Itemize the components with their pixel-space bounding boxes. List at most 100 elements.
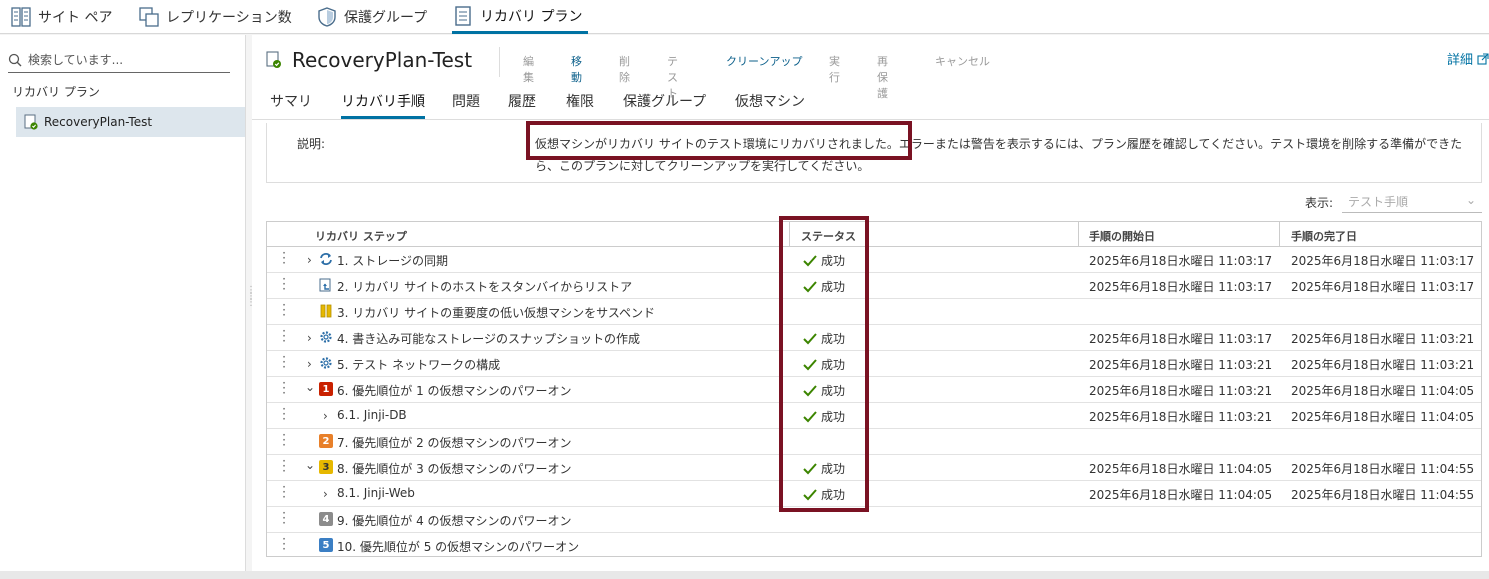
check-icon	[803, 254, 817, 266]
check-icon	[803, 384, 817, 396]
shield-icon	[318, 7, 336, 27]
cleanup-button[interactable]: クリーンアップ	[726, 53, 802, 69]
table-row[interactable]: · · · 2. リカバリ サイトのホストをスタンバイからリストア 成功 2025年…	[267, 273, 1481, 299]
edit-button[interactable]: 編集	[523, 53, 534, 85]
delete-button[interactable]: 削除	[619, 53, 630, 85]
table-row[interactable]: · · · 3. リカバリ サイトの重要度の低い仮想マシンをサスペンド	[267, 299, 1481, 325]
tab-label: サイト ペア	[38, 10, 113, 26]
row-menu-icon[interactable]: · · ·	[281, 351, 287, 373]
column-header-status[interactable]: ステータス	[801, 228, 856, 244]
row-menu-icon[interactable]: · · ·	[281, 533, 287, 555]
details-label: 詳細	[1446, 53, 1473, 68]
start-date: 2025年6月18日水曜日 11:04:05	[1089, 488, 1273, 502]
table-row[interactable]: · · · 4 9. 優先順位が 4 の仮想マシンのパワーオン	[267, 507, 1481, 533]
tab-protection-groups[interactable]: 保護グループ	[623, 91, 706, 119]
column-header-step[interactable]: リカバリ ステップ	[315, 228, 407, 244]
check-icon	[803, 488, 817, 500]
details-link[interactable]: 詳細	[1447, 49, 1489, 68]
host-restore-icon	[319, 278, 331, 292]
row-menu-icon[interactable]: · · ·	[281, 273, 287, 295]
column-header-end[interactable]: 手順の完了日	[1291, 228, 1357, 244]
row-menu-icon[interactable]: · · ·	[281, 377, 287, 399]
start-date: 2025年6月18日水曜日 11:03:21	[1089, 410, 1273, 424]
status-text: 成功	[821, 410, 846, 424]
row-menu-icon[interactable]: · · ·	[281, 429, 287, 451]
tab-site-pair[interactable]: サイト ペア	[10, 0, 112, 34]
chevron-right-icon[interactable]: ›	[307, 357, 312, 371]
row-menu-icon[interactable]: · · ·	[281, 403, 287, 425]
step-name: 3. リカバリ サイトの重要度の低い仮想マシンをサスペンド	[337, 306, 656, 320]
status-cell: 成功	[803, 330, 845, 347]
row-menu-icon[interactable]: · · ·	[281, 455, 287, 477]
step-name: 1. ストレージの同期	[337, 254, 449, 268]
chevron-right-icon[interactable]: ›	[323, 409, 328, 423]
priority-2-icon: 2	[319, 434, 333, 448]
view-select[interactable]: テスト手順 ⌄	[1342, 189, 1482, 213]
tab-label: レプリケーション数	[166, 10, 292, 26]
tab-replications[interactable]: レプリケーション数	[138, 0, 292, 34]
table-row[interactable]: · · · ⌄ 1 6. 優先順位が 1 の仮想マシンのパワーオン 成功 2025年…	[267, 377, 1481, 403]
step-name: 6.1. Jinji-DB	[337, 408, 407, 422]
sidebar-item-recoveryplan-test[interactable]: RecoveryPlan-Test	[16, 107, 245, 137]
external-link-icon	[1477, 52, 1489, 65]
step-name: 8. 優先順位が 3 の仮想マシンのパワーオン	[337, 462, 572, 476]
start-date: 2025年6月18日水曜日 11:03:21	[1089, 384, 1273, 398]
recovery-steps-grid: リカバリ ステップ ステータス 手順の開始日 手順の完了日 · · · › 1. ス…	[266, 221, 1482, 557]
chevron-right-icon[interactable]: ›	[307, 331, 312, 345]
chevron-down-icon: ⌄	[1465, 193, 1476, 207]
top-nav: サイト ペア レプリケーション数 保護グループ リカバリ プラン	[0, 0, 1489, 34]
table-row[interactable]: · · · › 5. テスト ネットワークの構成 成功 2025年6月18日水曜日 …	[267, 351, 1481, 377]
chevron-right-icon[interactable]: ›	[323, 487, 328, 501]
column-header-start[interactable]: 手順の開始日	[1089, 228, 1155, 244]
table-row[interactable]: · · · 5 10. 優先順位が 5 の仮想マシンのパワーオン	[267, 533, 1481, 559]
chevron-down-icon[interactable]: ⌄	[305, 380, 315, 394]
title-row: RecoveryPlan-Test	[266, 45, 472, 75]
table-row[interactable]: · · · › 4. 書き込み可能なストレージのスナップショットの作成 成功 202…	[267, 325, 1481, 351]
row-menu-icon[interactable]: · · ·	[281, 247, 287, 269]
tab-history[interactable]: 履歴	[508, 91, 536, 119]
plan-ok-icon	[24, 114, 38, 130]
status-text: 成功	[821, 280, 846, 294]
tab-virtual-machines[interactable]: 仮想マシン	[735, 91, 805, 119]
status-text: 成功	[821, 358, 846, 372]
view-select-value: テスト手順	[1348, 195, 1409, 209]
priority-1-icon: 1	[319, 382, 333, 396]
reprotect-button[interactable]: 再保護	[877, 53, 888, 101]
tab-permissions[interactable]: 権限	[566, 91, 594, 119]
run-button[interactable]: 実行	[829, 53, 840, 85]
search-input[interactable]: 検索しています...	[8, 47, 230, 73]
check-icon	[803, 280, 817, 292]
row-menu-icon[interactable]: · · ·	[281, 481, 287, 503]
status-text: 成功	[821, 488, 846, 502]
sidebar-heading: リカバリ プラン	[12, 85, 100, 99]
table-row[interactable]: · · · › 8.1. Jinji-Web 成功 2025年6月18日水曜日 11…	[267, 481, 1481, 507]
end-date: 2025年6月18日水曜日 11:04:05	[1291, 410, 1475, 424]
step-name: 6. 優先順位が 1 の仮想マシンのパワーオン	[337, 384, 572, 398]
tab-issues[interactable]: 問題	[452, 91, 480, 119]
status-cell: 成功	[803, 278, 845, 295]
tab-summary[interactable]: サマリ	[270, 91, 312, 119]
table-row[interactable]: · · · ⌄ 3 8. 優先順位が 3 の仮想マシンのパワーオン 成功 2025年…	[267, 455, 1481, 481]
row-menu-icon[interactable]: · · ·	[281, 325, 287, 347]
row-menu-icon[interactable]: · · ·	[281, 299, 287, 321]
step-name: 2. リカバリ サイトのホストをスタンバイからリストア	[337, 280, 633, 294]
status-cell: 成功	[803, 486, 845, 503]
check-icon	[803, 332, 817, 344]
tab-recovery-steps[interactable]: リカバリ手順	[341, 91, 425, 119]
cancel-button[interactable]: キャンセル	[935, 53, 990, 69]
tab-protection-groups[interactable]: 保護グループ	[316, 0, 427, 34]
table-row[interactable]: · · · › 6.1. Jinji-DB 成功 2025年6月18日水曜日 11:…	[267, 403, 1481, 429]
start-date: 2025年6月18日水曜日 11:04:05	[1089, 462, 1273, 476]
sidebar: 検索しています... リカバリ プラン RecoveryPlan-Test	[0, 35, 246, 571]
chevron-right-icon[interactable]: ›	[307, 253, 312, 267]
status-cell: 成功	[803, 356, 845, 373]
move-button[interactable]: 移動	[571, 53, 582, 85]
gear-icon	[320, 331, 332, 343]
table-row[interactable]: · · · 2 7. 優先順位が 2 の仮想マシンのパワーオン	[267, 429, 1481, 455]
priority-5-icon: 5	[319, 538, 333, 552]
status-cell: 成功	[803, 252, 845, 269]
table-row[interactable]: · · · › 1. ストレージの同期 成功 2025年6月18日水曜日 11:03…	[267, 247, 1481, 273]
chevron-down-icon[interactable]: ⌄	[305, 458, 315, 472]
row-menu-icon[interactable]: · · ·	[281, 507, 287, 529]
tab-recovery-plans[interactable]: リカバリ プラン	[452, 0, 589, 34]
